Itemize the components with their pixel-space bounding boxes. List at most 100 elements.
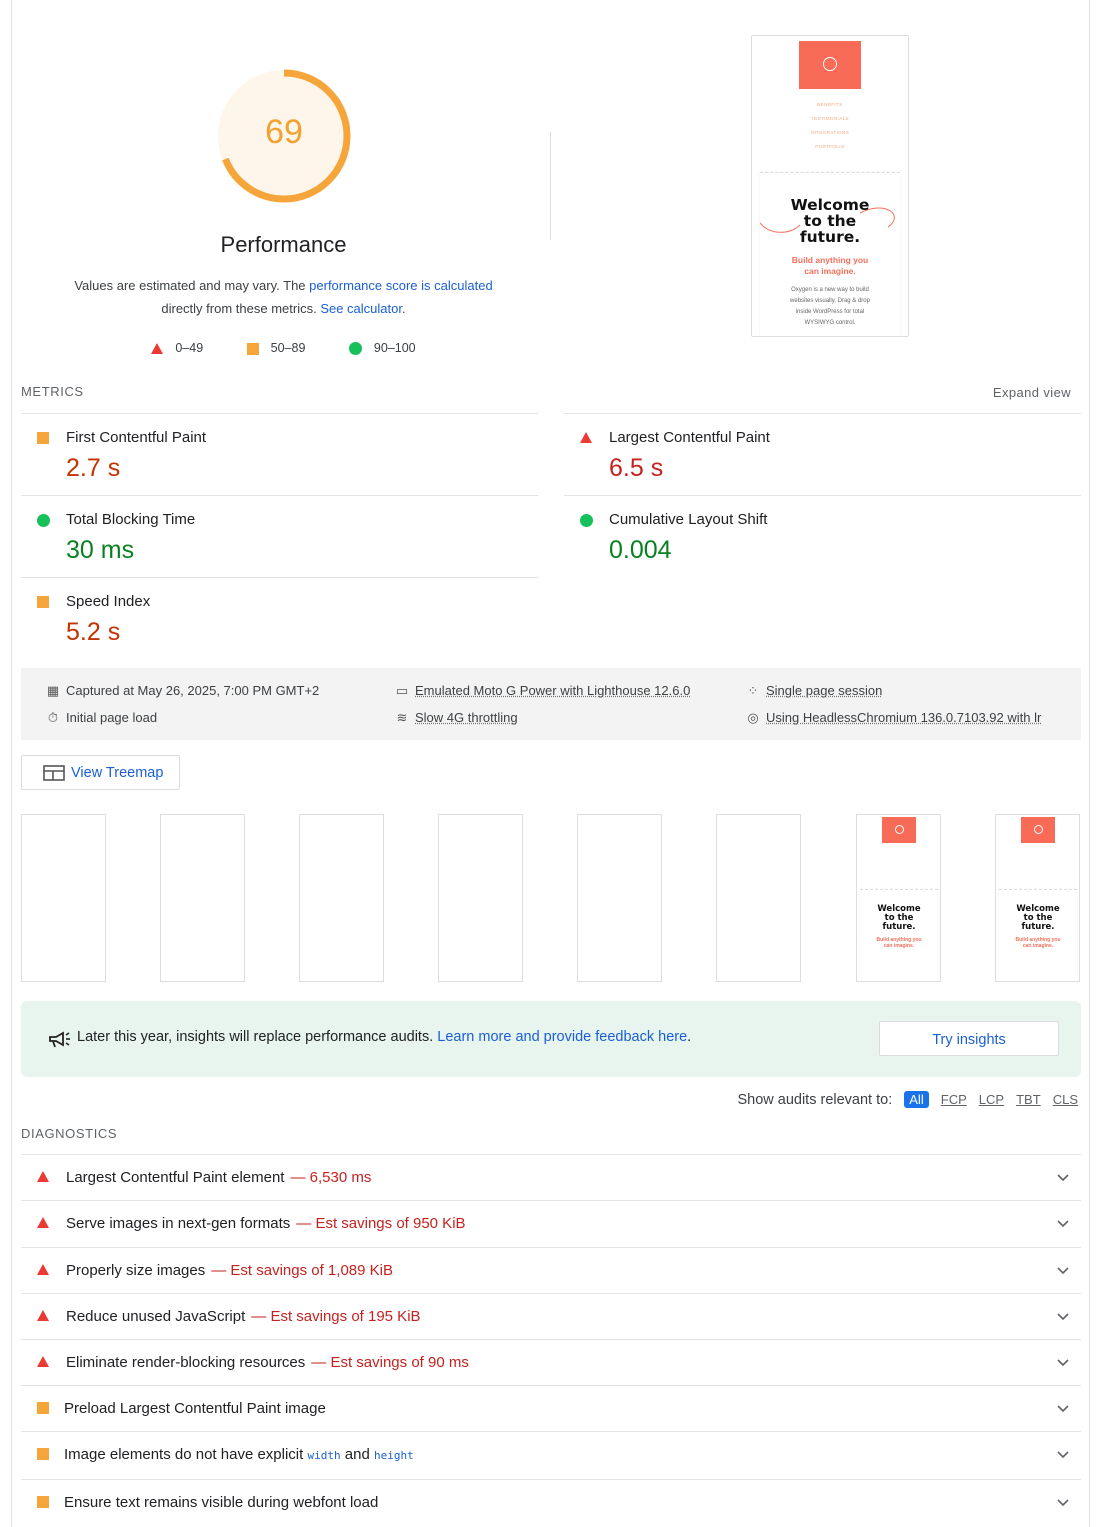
stopwatch-icon: ⏱ [47, 710, 59, 725]
thumb-body: Oxygen is a new way to build websites vis… [790, 287, 870, 326]
square-icon [37, 432, 49, 444]
audit-title: Preload Largest Contentful Paint image [64, 1400, 326, 1417]
chevron-down-icon[interactable] [1055, 1308, 1071, 1324]
desc-text-2: directly from these metrics. [161, 301, 321, 316]
legend-average-label: 50–89 [270, 341, 306, 355]
metric-cls: Cumulative Layout Shift 0.004 [564, 495, 1081, 577]
filmstrip-frame [21, 814, 106, 982]
calendar-icon: ▦ [46, 683, 60, 698]
site-logo [1021, 817, 1055, 843]
chevron-down-icon[interactable] [1055, 1169, 1071, 1185]
legend-pass: 90–100 [348, 341, 416, 356]
thumb-nav-4: PORTFOLIO [815, 144, 845, 149]
metric-value: 2.7 s [66, 454, 121, 482]
filter-tbt[interactable]: TBT [1016, 1092, 1041, 1107]
audit-image-dimensions[interactable]: Image elements do not have explicit widt… [21, 1431, 1081, 1477]
triangle-icon [151, 343, 164, 355]
chevron-down-icon[interactable] [1055, 1494, 1071, 1510]
audit-unused-javascript[interactable]: Reduce unused JavaScript — Est savings of… [21, 1293, 1081, 1339]
audit-filter: Show audits relevant to: All FCP LCP TBT… [737, 1091, 1078, 1108]
see-calculator-link[interactable]: See calculator [320, 301, 402, 316]
metric-value: 6.5 s [609, 454, 664, 482]
filmstrip-frame [716, 814, 801, 982]
site-logo [799, 41, 861, 89]
audit-title: Largest Contentful Paint element — 6,530 … [66, 1169, 372, 1186]
metric-name: Speed Index [66, 593, 151, 610]
treemap-icon [43, 765, 65, 781]
square-icon [37, 596, 49, 608]
audit-title: Eliminate render-blocking resources — Est… [66, 1354, 469, 1371]
audit-properly-size-images[interactable]: Properly size images — Est savings of 1,0… [21, 1247, 1081, 1293]
legend-fail: 0–49 [151, 341, 203, 355]
chevron-down-icon[interactable] [1055, 1400, 1071, 1416]
metric-name: Total Blocking Time [66, 511, 196, 528]
circle-icon [348, 342, 362, 356]
expand-view-toggle[interactable]: Expand view [993, 385, 1071, 400]
performance-gauge[interactable]: 69 [214, 66, 354, 206]
try-insights-button[interactable]: Try insights [879, 1021, 1059, 1056]
circle-icon [580, 514, 593, 527]
initial-page-load: ⏱ Initial page load [45, 710, 157, 726]
chevron-down-icon[interactable] [1055, 1215, 1071, 1231]
view-treemap-button[interactable]: View Treemap [21, 755, 180, 790]
desc-text-3: . [401, 301, 406, 316]
metric-name: Largest Contentful Paint [609, 429, 770, 446]
final-screenshot[interactable]: BENEFITS TESTIMONIALS INTEGRATIONS PORTF… [751, 35, 909, 337]
chevron-down-icon[interactable] [1055, 1262, 1071, 1278]
metric-lcp: Largest Contentful Paint 6.5 s [564, 413, 1081, 495]
divider [550, 132, 551, 240]
score-legend: 0–49 50–89 90–100 [12, 341, 555, 356]
filter-fcp[interactable]: FCP [941, 1092, 967, 1107]
thumb-nav-1: BENEFITS [817, 102, 843, 107]
filmstrip-frame [160, 814, 245, 982]
filter-label: Show audits relevant to: [737, 1092, 893, 1108]
filmstrip-frame [438, 814, 523, 982]
browser-version[interactable]: ◎ Using HeadlessChromium 136.0.7103.92 wi… [745, 710, 1055, 726]
triangle-icon [580, 432, 592, 443]
score-calculated-link[interactable]: performance score is calculated [309, 278, 493, 293]
network-throttling[interactable]: ≋ Slow 4G throttling [394, 710, 518, 726]
audit-render-blocking[interactable]: Eliminate render-blocking resources — Est… [21, 1339, 1081, 1385]
triangle-icon [37, 1264, 49, 1275]
score-description: Values are estimated and may vary. The p… [52, 274, 515, 320]
thumb-nav-3: INTEGRATIONS [810, 130, 850, 135]
chevron-down-icon[interactable] [1055, 1446, 1071, 1462]
page-session[interactable]: ⁘ Single page session [745, 683, 883, 699]
audit-preload-lcp-image[interactable]: Preload Largest Contentful Paint image [21, 1385, 1081, 1431]
audit-title: Serve images in next-gen formats — Est sa… [66, 1215, 466, 1232]
performance-score: 69 [265, 113, 303, 151]
learn-more-link[interactable]: Learn more and provide feedback here [437, 1029, 687, 1045]
metric-value: 5.2 s [66, 618, 121, 646]
legend-pass-label: 90–100 [373, 341, 416, 355]
filter-all[interactable]: All [904, 1091, 929, 1108]
audit-title: Image elements do not have explicit widt… [64, 1446, 414, 1463]
filter-lcp[interactable]: LCP [979, 1092, 1004, 1107]
session-icon: ⁘ [747, 683, 759, 698]
triangle-icon [37, 1217, 49, 1228]
chevron-down-icon[interactable] [1055, 1354, 1071, 1370]
frame-hero: Welcome to the future. Build anything you c… [999, 889, 1077, 981]
metric-si: Speed Index 5.2 s [21, 577, 538, 659]
filmstrip-frame: Welcome to the future. Build anything you c… [995, 814, 1080, 982]
chrome-icon: ◎ [747, 710, 759, 725]
audit-next-gen-formats[interactable]: Serve images in next-gen formats — Est sa… [21, 1200, 1081, 1246]
insights-text: Later this year, insights will replace p… [77, 1029, 692, 1045]
metric-fcp: First Contentful Paint 2.7 s [21, 413, 538, 495]
circle-icon [37, 514, 50, 527]
triangle-icon [37, 1356, 49, 1367]
audit-font-display[interactable]: Ensure text remains visible during webfo… [21, 1479, 1081, 1525]
frame-welcome: Welcome to the future. [877, 904, 921, 932]
filmstrip-frame [299, 814, 384, 982]
filter-cls[interactable]: CLS [1053, 1092, 1078, 1107]
frame-sub: Build anything you can imagine. [1015, 937, 1061, 949]
filmstrip-frame: Welcome to the future. Build anything you c… [856, 814, 941, 982]
audit-lcp-element[interactable]: Largest Contentful Paint element — 6,530 … [21, 1154, 1081, 1200]
metric-tbt: Total Blocking Time 30 ms [21, 495, 538, 577]
thumb-nav-2: TESTIMONIALS [811, 116, 849, 121]
square-icon [37, 1448, 49, 1460]
audit-title: Properly size images — Est savings of 1,0… [66, 1262, 393, 1279]
runtime-settings: ▦ Captured at May 26, 2025, 7:00 PM GMT+2… [21, 668, 1081, 740]
audit-title: Ensure text remains visible during webfo… [64, 1494, 379, 1511]
metric-value: 30 ms [66, 536, 135, 564]
emulated-device[interactable]: ▭ Emulated Moto G Power with Lighthouse 1… [394, 683, 690, 699]
